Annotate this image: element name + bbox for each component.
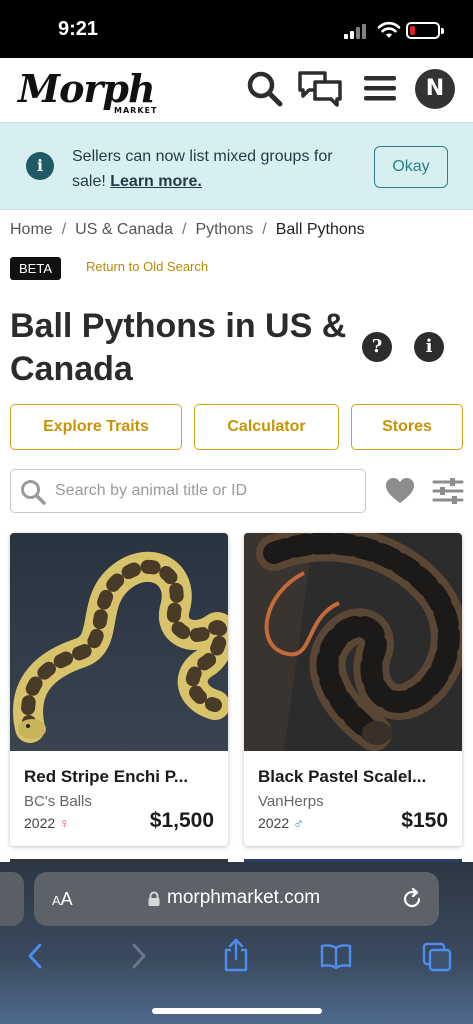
menu-icon[interactable] [362, 68, 398, 108]
filter-sliders-icon[interactable] [432, 477, 464, 505]
home-indicator [152, 1008, 322, 1014]
listing-meta: 2022 ♀ [24, 815, 70, 831]
status-time: 9:21 [58, 18, 99, 40]
reader-text-size-button[interactable]: AA [52, 889, 73, 910]
breadcrumb-separator: / [181, 221, 187, 238]
wifi-icon [377, 21, 401, 38]
previous-tab-peek[interactable] [0, 872, 24, 926]
banner-message: Sellers can now list mixed groups for sa… [72, 144, 362, 194]
cellular-signal-icon [344, 23, 370, 39]
reload-icon[interactable] [400, 887, 424, 911]
page-title: Ball Pythons in US & Canada [10, 307, 347, 388]
stores-button[interactable]: Stores [351, 404, 463, 450]
url-text[interactable]: morphmarket.com [167, 887, 320, 909]
search-box [10, 469, 366, 513]
breadcrumb: Home / US & Canada / Pythons / Ball Pythons [10, 221, 365, 239]
battery-icon [406, 22, 444, 39]
listing-price: $1,500 [149, 809, 214, 832]
forward-icon[interactable] [126, 942, 150, 970]
listing-title[interactable]: Red Stripe Enchi P... [24, 767, 219, 787]
morphmarket-logo[interactable]: Morph MARKET [18, 66, 158, 116]
logo-subtext: MARKET [114, 106, 158, 115]
status-bar: 9:21 [0, 0, 473, 58]
tabs-icon[interactable] [422, 942, 452, 972]
listing-seller[interactable]: VanHerps [258, 793, 324, 810]
beta-badge: BETA [10, 257, 61, 280]
address-bar[interactable]: AA morphmarket.com [34, 872, 439, 926]
learn-more-link[interactable]: Learn more. [110, 173, 202, 190]
bookmarks-icon[interactable] [320, 942, 352, 970]
breadcrumb-separator: / [61, 221, 67, 238]
messages-icon[interactable] [297, 68, 343, 108]
user-avatar[interactable]: N [415, 69, 455, 109]
explore-traits-button[interactable]: Explore Traits [10, 404, 182, 450]
snake-photo [10, 533, 228, 751]
search-input[interactable] [55, 478, 355, 504]
search-icon[interactable] [246, 68, 284, 108]
female-icon: ♀ [59, 815, 70, 831]
calculator-button[interactable]: Calculator [194, 404, 339, 450]
listing-meta: 2022 ♂ [258, 815, 304, 831]
lock-icon [148, 891, 160, 906]
site-header: Morph MARKET N [0, 58, 473, 122]
help-icon[interactable]: ? [362, 332, 392, 362]
listing-year: 2022 [24, 815, 56, 831]
listing-seller[interactable]: BC's Balls [24, 793, 92, 810]
info-icon: i [26, 152, 54, 180]
info-icon[interactable]: i [414, 332, 444, 362]
browser-toolbar: AA morphmarket.com [0, 862, 473, 1024]
share-icon[interactable] [222, 938, 250, 972]
breadcrumb-separator: / [262, 221, 267, 238]
listing-card[interactable]: Red Stripe Enchi P... BC's Balls 2022 ♀ $… [10, 533, 228, 846]
breadcrumb-us-canada[interactable]: US & Canada [75, 221, 173, 238]
breadcrumb-home[interactable]: Home [10, 221, 53, 238]
announcement-banner: i Sellers can now list mixed groups for … [0, 122, 473, 210]
breadcrumb-ball-pythons: Ball Pythons [275, 221, 365, 238]
snake-photo [244, 533, 462, 751]
listing-card[interactable]: Black Pastel Scalel... VanHerps 2022 ♂ $1… [244, 533, 462, 846]
male-icon: ♂ [293, 815, 304, 831]
listing-price: $150 [401, 809, 448, 832]
breadcrumb-pythons[interactable]: Pythons [195, 221, 253, 238]
listing-title[interactable]: Black Pastel Scalel... [258, 767, 453, 787]
logo-text: Morph [18, 66, 156, 111]
listing-year: 2022 [258, 815, 290, 831]
okay-button[interactable]: Okay [374, 146, 448, 188]
search-icon [21, 480, 46, 505]
back-icon[interactable] [24, 942, 48, 970]
favorites-heart-icon[interactable] [385, 477, 415, 505]
return-to-old-search-link[interactable]: Return to Old Search [86, 259, 208, 274]
